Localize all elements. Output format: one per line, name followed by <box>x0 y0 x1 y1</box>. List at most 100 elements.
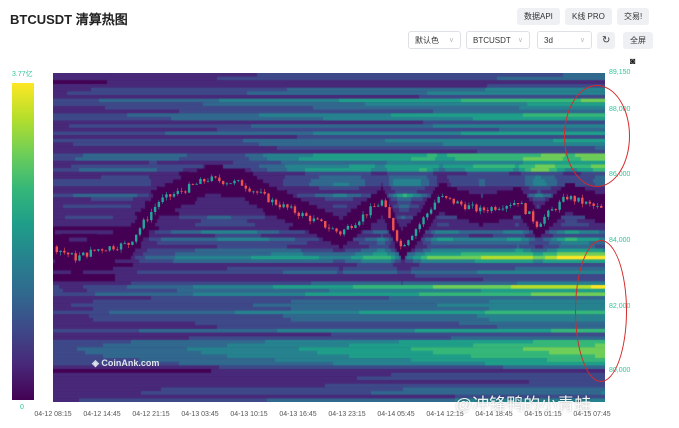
candlestick <box>494 205 497 212</box>
candlestick <box>267 192 270 203</box>
candlestick <box>565 194 569 201</box>
highlight-ellipse-upper <box>564 85 630 187</box>
refresh-icon: ↻ <box>602 35 611 46</box>
colorbar <box>12 83 34 400</box>
candlestick <box>361 211 365 225</box>
x-tick: 04-13 10:15 <box>230 411 268 418</box>
candlestick <box>429 207 433 216</box>
candlestick <box>199 177 202 185</box>
candlestick <box>358 220 361 227</box>
candlestick <box>539 221 542 227</box>
x-tick: 04-14 05:45 <box>377 411 415 418</box>
color-scheme-value: 默认色 <box>415 36 439 45</box>
data-api-button[interactable]: 数据API <box>517 8 560 25</box>
x-tick: 04-13 03:45 <box>181 411 219 418</box>
candlestick <box>93 249 96 252</box>
candlestick <box>210 174 213 183</box>
candlestick <box>547 209 550 220</box>
kline-pro-button[interactable]: K线 PRO <box>565 8 612 25</box>
candlestick <box>312 215 316 223</box>
user-watermark: @冲锋鸭的小青蛙 <box>455 395 592 414</box>
colorbar-min: 0 <box>20 404 24 411</box>
candlestick <box>543 214 546 227</box>
candlestick <box>426 212 429 221</box>
candlestick <box>414 228 418 239</box>
symbol-select[interactable]: BTCUSDT ∨ <box>466 31 530 49</box>
candlestick <box>59 250 62 256</box>
range-select[interactable]: 3d ∨ <box>537 31 592 49</box>
fullscreen-button[interactable]: 全屏 <box>623 32 653 49</box>
candlestick <box>104 249 108 252</box>
candlestick <box>577 197 580 203</box>
candlestick <box>596 202 599 209</box>
candlestick <box>259 188 263 194</box>
candlestick <box>354 222 357 229</box>
candlestick <box>460 199 463 207</box>
candlestick <box>399 238 403 250</box>
candlestick <box>569 194 573 201</box>
candlestick <box>342 228 346 237</box>
candlestick <box>255 190 259 195</box>
candlestick <box>592 202 595 209</box>
candlestick <box>584 201 588 205</box>
candlestick <box>157 200 161 210</box>
candlestick <box>422 216 425 227</box>
candlestick <box>376 203 380 207</box>
trade-button[interactable]: 交易! <box>617 8 650 25</box>
colorbar-max: 3.77亿 <box>12 71 33 78</box>
candlestick <box>150 208 153 223</box>
candlestick <box>562 193 565 203</box>
candlestick <box>350 224 353 230</box>
chevron-down-icon: ∨ <box>517 37 523 44</box>
candlestick <box>63 247 66 255</box>
candlestick <box>535 220 539 229</box>
x-tick: 04-12 21:15 <box>132 411 170 418</box>
candlestick <box>180 187 183 194</box>
candlestick <box>142 217 145 230</box>
candlestick <box>524 202 527 216</box>
candlestick <box>346 224 350 230</box>
candlestick <box>82 252 85 256</box>
candlestick <box>221 180 225 186</box>
candlestick <box>324 220 327 229</box>
candlestick <box>407 239 410 247</box>
candlestick <box>441 193 444 198</box>
range-value: 3d <box>544 36 553 45</box>
camera-icon[interactable]: ◙ <box>630 56 635 66</box>
candlestick <box>501 205 505 212</box>
candlestick <box>463 201 467 211</box>
candlestick <box>70 252 74 255</box>
candlestick <box>131 241 134 246</box>
candlestick <box>505 205 508 213</box>
candlestick <box>66 252 70 258</box>
candlestick <box>320 218 323 222</box>
candlestick <box>55 245 58 255</box>
highlight-ellipse-lower <box>575 240 627 382</box>
candlestick <box>116 246 119 252</box>
candlestick <box>263 189 266 196</box>
candlestick <box>301 211 304 218</box>
candlestick <box>600 203 603 208</box>
color-scheme-select[interactable]: 默认色 ∨ <box>408 31 461 49</box>
candlestick <box>153 203 157 216</box>
candlestick <box>550 206 554 211</box>
candlestick <box>195 182 198 185</box>
candlestick <box>286 203 289 211</box>
candlestick <box>380 199 384 207</box>
candlestick <box>403 243 406 247</box>
candlestick <box>482 206 486 214</box>
candlestick <box>274 198 278 206</box>
candlestick <box>471 201 474 209</box>
candlestick <box>528 211 531 215</box>
coinank-watermark: ◈ CoinAnk.com <box>92 358 160 368</box>
refresh-button[interactable]: ↻ <box>597 32 616 49</box>
candlestick <box>392 217 395 232</box>
candlestick <box>100 248 104 254</box>
candlestick <box>214 175 217 179</box>
candlestick <box>456 200 459 204</box>
candlestick <box>395 229 399 243</box>
candlestick <box>437 195 440 204</box>
candlestick <box>233 179 236 186</box>
candlestick <box>384 198 387 208</box>
candlestick <box>305 211 308 217</box>
